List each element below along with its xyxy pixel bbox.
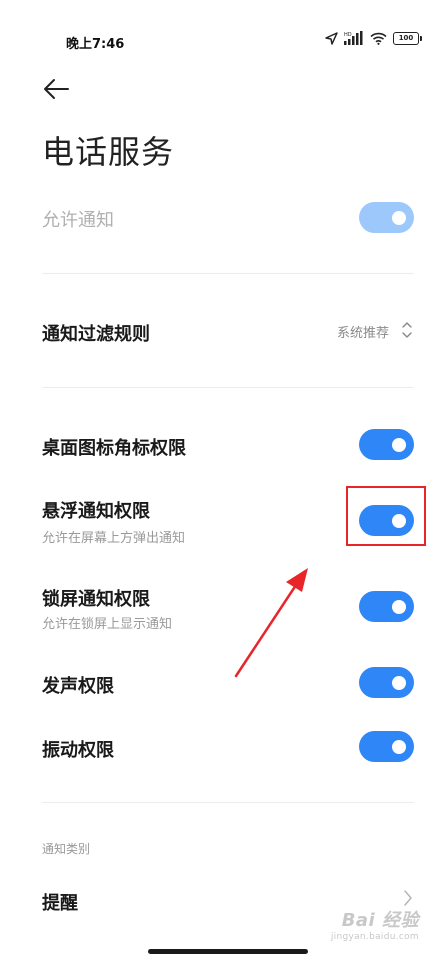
allow-notify-toggle[interactable] xyxy=(359,202,414,233)
signal-icon: HD xyxy=(344,31,363,45)
category-reminder-label: 提醒 xyxy=(42,893,78,914)
divider xyxy=(42,273,414,274)
lockscreen-notify-toggle[interactable] xyxy=(359,591,414,622)
toggle-knob xyxy=(392,210,406,225)
wifi-icon xyxy=(370,32,387,45)
svg-text:HD: HD xyxy=(344,32,352,38)
chevron-right-icon xyxy=(404,890,412,906)
watermark-url: jingyan.baidu.com xyxy=(330,932,419,942)
divider xyxy=(42,387,414,388)
battery-icon: 100 xyxy=(393,31,422,45)
vibration-permission-toggle[interactable] xyxy=(359,731,414,762)
status-time: 晚上7:46 xyxy=(66,37,125,52)
annotation-highlight-box xyxy=(346,486,426,546)
status-icons: HD 100 xyxy=(325,31,422,45)
lockscreen-notify-sublabel: 允许在锁屏上显示通知 xyxy=(42,617,173,632)
toggle-knob xyxy=(392,437,406,452)
page-title: 电话服务 xyxy=(42,133,175,171)
floating-notify-label: 悬浮通知权限 xyxy=(42,501,150,522)
filter-rule-value: 系统推荐 xyxy=(336,326,389,341)
badge-permission-toggle[interactable] xyxy=(359,429,414,460)
toggle-knob xyxy=(392,599,406,614)
lockscreen-notify-label: 锁屏通知权限 xyxy=(42,589,150,610)
floating-notify-sublabel: 允许在屏幕上方弹出通知 xyxy=(42,531,186,546)
divider xyxy=(42,802,414,803)
toggle-knob xyxy=(392,739,406,754)
annotation-arrow-icon xyxy=(234,568,308,678)
sound-permission-label: 发声权限 xyxy=(42,676,114,697)
home-indicator[interactable] xyxy=(148,949,308,954)
section-header-notify-category: 通知类别 xyxy=(42,842,91,856)
watermark-logo: Bai 经验 jingyan.baidu.com xyxy=(331,906,419,942)
filter-rule-label: 通知过滤规则 xyxy=(42,324,150,345)
back-arrow-icon[interactable] xyxy=(42,76,70,102)
watermark-main: Bai 经验 xyxy=(341,910,419,931)
vibration-permission-label: 振动权限 xyxy=(42,740,114,761)
up-down-chevron-icon xyxy=(402,322,412,338)
sound-permission-toggle[interactable] xyxy=(359,667,414,698)
location-icon xyxy=(325,31,338,45)
toggle-knob xyxy=(392,675,406,690)
badge-permission-label: 桌面图标角标权限 xyxy=(42,438,186,459)
allow-notify-label: 允许通知 xyxy=(42,210,114,231)
